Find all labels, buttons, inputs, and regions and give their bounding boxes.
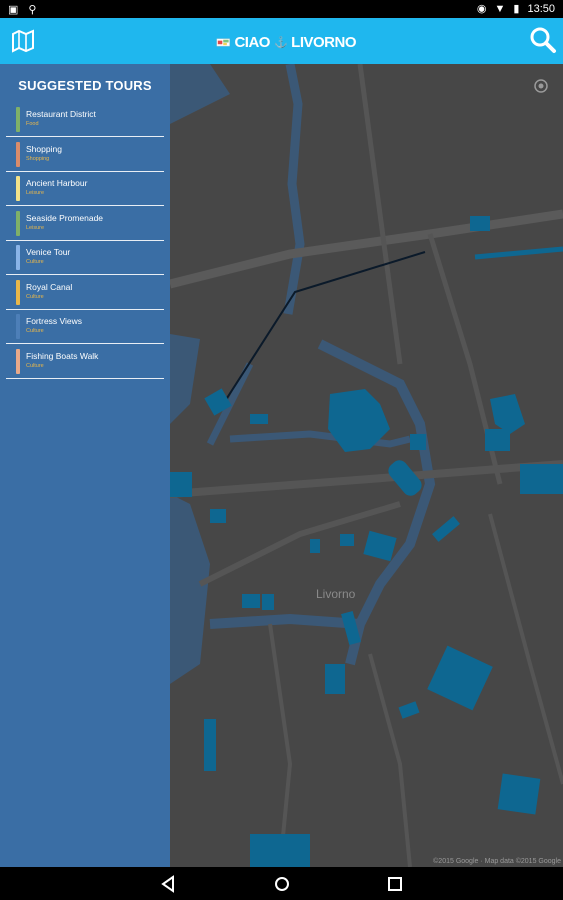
tour-color-bar <box>16 176 20 201</box>
building <box>170 472 192 497</box>
tour-name: Fishing Boats Walk <box>26 350 99 361</box>
tour-category: Shopping <box>26 155 50 162</box>
building <box>363 530 397 562</box>
map-icon[interactable] <box>10 28 36 54</box>
map-city-label: Livorno <box>316 587 356 601</box>
logo-text-right: LIVORNO <box>291 33 356 51</box>
app-bar: CIAO ⚓ LIVORNO <box>0 18 563 64</box>
building <box>490 394 525 434</box>
tour-name: Venice Tour <box>26 247 71 257</box>
my-location-icon[interactable] <box>529 74 553 98</box>
building <box>340 534 354 546</box>
recents-icon[interactable] <box>386 875 404 893</box>
building <box>410 434 426 450</box>
back-icon[interactable] <box>160 875 178 893</box>
building <box>250 834 310 867</box>
tour-category: Culture <box>26 293 44 300</box>
tour-item[interactable]: Ancient Harbour Leisure <box>6 174 164 206</box>
map-canvas[interactable] <box>170 64 563 867</box>
tour-color-bar <box>16 107 20 132</box>
location-icon: ◉ <box>476 3 487 15</box>
search-icon[interactable] <box>529 26 557 54</box>
status-bar: ▣ ⚲ ◉ ▼ ▮ 13:50 <box>0 0 563 18</box>
road <box>268 623 293 867</box>
building <box>398 701 420 719</box>
canal <box>283 64 305 315</box>
tour-item[interactable]: Restaurant District Food <box>6 105 164 137</box>
road <box>170 460 563 498</box>
road <box>357 64 403 365</box>
tour-item[interactable]: Venice Tour Culture <box>6 243 164 275</box>
building <box>310 539 320 553</box>
sea-area <box>170 334 200 424</box>
canal <box>209 613 361 629</box>
building <box>325 664 345 694</box>
tour-category: Leisure <box>26 224 45 231</box>
building <box>262 594 274 610</box>
tour-name: Fortress Views <box>26 316 83 326</box>
building <box>210 509 226 523</box>
tour-name: Restaurant District <box>26 109 96 119</box>
tour-category: Food <box>26 121 39 127</box>
tour-color-bar <box>16 210 20 236</box>
road <box>488 513 563 785</box>
sidebar-title: SUGGESTED TOURS <box>18 78 152 93</box>
notification-icon: ▣ <box>8 4 19 16</box>
tour-item[interactable]: Fortress Views Culture <box>6 312 164 344</box>
road <box>368 653 412 867</box>
anchor-icon: ⚓ <box>273 36 288 49</box>
tour-color-bar <box>16 314 20 339</box>
building <box>250 414 268 424</box>
tour-category: Leisure <box>26 190 45 196</box>
tour-color-bar <box>16 279 20 305</box>
tours-sidebar: SUGGESTED TOURS Restaurant District Food … <box>0 64 170 867</box>
tour-category: Culture <box>26 328 44 334</box>
tour-color-bar <box>16 141 20 167</box>
system-nav-bar <box>0 867 563 900</box>
logo-map-icon <box>216 38 230 47</box>
tour-category: Culture <box>26 362 44 369</box>
wifi-icon: ▼ <box>494 2 506 15</box>
canal <box>317 339 436 666</box>
map-attribution: ©2015 Google · Map data ©2015 Google <box>433 858 561 865</box>
building <box>427 645 493 711</box>
building <box>242 594 260 608</box>
tour-item[interactable]: Royal Canal Culture <box>6 278 164 310</box>
tour-list: Restaurant District Food Shopping Shopping… <box>6 105 164 381</box>
tour-name: Royal Canal <box>26 281 73 292</box>
app-logo: CIAO ⚓ LIVORNO <box>216 29 356 55</box>
sea-area <box>170 64 230 124</box>
road <box>170 209 563 289</box>
tour-category: Culture <box>26 259 44 265</box>
clock: 13:50 <box>527 2 555 15</box>
home-icon[interactable] <box>273 875 291 893</box>
tour-name: Seaside Promenade <box>26 212 104 223</box>
tour-color-bar <box>16 245 20 270</box>
tour-item[interactable]: Shopping Shopping <box>6 140 164 172</box>
building <box>520 464 563 494</box>
building <box>497 773 541 815</box>
tour-route <box>474 246 563 260</box>
tour-name: Shopping <box>26 143 62 154</box>
logo-text-left: CIAO <box>234 33 270 51</box>
building <box>432 516 460 542</box>
tour-item[interactable]: Fishing Boats Walk Culture <box>6 347 164 379</box>
sea-area <box>170 494 210 684</box>
building <box>204 719 216 771</box>
building <box>470 216 490 231</box>
building <box>485 429 510 451</box>
usb-icon: ⚲ <box>28 4 37 16</box>
battery-icon: ▮ <box>513 3 520 15</box>
tour-name: Ancient Harbour <box>26 178 88 188</box>
tour-item[interactable]: Seaside Promenade Leisure <box>6 209 164 241</box>
tour-color-bar <box>16 348 20 374</box>
map-view[interactable]: Livorno ©2015 Google · Map data ©2015 Go… <box>170 64 563 867</box>
